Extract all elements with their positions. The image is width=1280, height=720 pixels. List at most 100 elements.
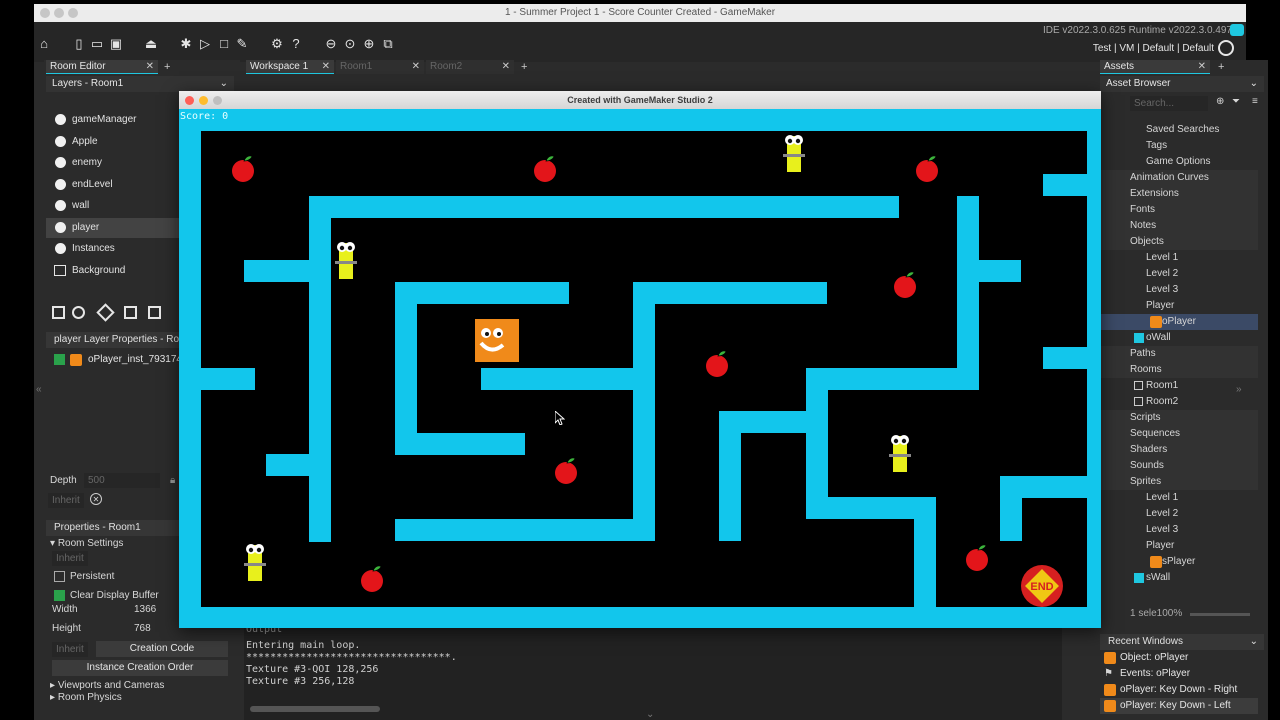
collapse-right-icon[interactable]: »: [1236, 384, 1242, 395]
add-asset-icon[interactable]: ⊕: [1216, 96, 1224, 107]
inherit-room-settings-button[interactable]: Inherit: [52, 551, 88, 566]
save-icon[interactable]: ▣: [109, 37, 123, 51]
tab-workspace-1[interactable]: Workspace 1 ✕: [246, 60, 334, 74]
asset-item-sounds[interactable]: Sounds: [1100, 458, 1258, 474]
help-icon[interactable]: ?: [289, 37, 303, 51]
asset-item-level-2[interactable]: Level 2: [1100, 506, 1258, 522]
close-traffic-light[interactable]: [185, 96, 194, 105]
height-field[interactable]: 768: [134, 623, 151, 634]
width-field[interactable]: 1366: [134, 604, 156, 615]
chat-icon[interactable]: [1230, 24, 1244, 36]
persistent-checkbox[interactable]: [54, 571, 65, 582]
open-folder-icon[interactable]: ▭: [90, 37, 104, 51]
zoom-in-icon[interactable]: ⊕: [362, 37, 376, 51]
asset-item-objects[interactable]: Objects: [1100, 234, 1258, 250]
asset-item-tags[interactable]: Tags: [1100, 138, 1258, 154]
instance-creation-order-button[interactable]: Instance Creation Order: [52, 660, 228, 676]
asset-item-player[interactable]: Player: [1100, 298, 1258, 314]
add-tab-icon[interactable]: +: [1218, 61, 1224, 73]
inherit-creation-button[interactable]: Inherit: [52, 642, 88, 657]
new-tile-layer-icon[interactable]: [96, 303, 115, 322]
debug-icon[interactable]: ✱: [179, 37, 193, 51]
recent-window-item[interactable]: oPlayer: Key Down - Right: [1100, 682, 1258, 698]
asset-item-shaders[interactable]: Shaders: [1100, 442, 1258, 458]
asset-item-sequences[interactable]: Sequences: [1100, 426, 1258, 442]
game-canvas[interactable]: Score: 0 END: [179, 109, 1101, 628]
asset-item-player[interactable]: Player: [1100, 538, 1258, 554]
clear-display-buffer-checkbox[interactable]: [54, 590, 65, 601]
asset-item-saved-searches[interactable]: Saved Searches: [1100, 122, 1258, 138]
asset-item-sprites[interactable]: Sprites: [1100, 474, 1258, 490]
target-config[interactable]: Test | VM | Default | Default: [1093, 43, 1214, 54]
zoom-reset-icon[interactable]: ⊙: [343, 37, 357, 51]
create-package-icon[interactable]: ⏏: [144, 37, 158, 51]
asset-item-level-2[interactable]: Level 2: [1100, 266, 1258, 282]
run-icon[interactable]: ▷: [198, 37, 212, 51]
recent-window-item[interactable]: ⚑ Events: oPlayer: [1100, 666, 1258, 682]
viewports-toggle[interactable]: ▸ Viewports and Cameras: [50, 680, 164, 691]
asset-browser-dropdown[interactable]: Asset Browser ⌄: [1100, 76, 1264, 92]
menu-icon[interactable]: ≡: [1252, 96, 1258, 107]
asset-item-scripts[interactable]: Scripts: [1100, 410, 1258, 426]
tab-room2[interactable]: Room2 ✕: [426, 60, 514, 74]
room-settings-toggle[interactable]: ▾ Room Settings: [50, 538, 123, 549]
asset-item-game-options[interactable]: Game Options: [1100, 154, 1258, 170]
recent-window-item[interactable]: Object: oPlayer: [1100, 650, 1258, 666]
recent-windows-header[interactable]: Recent Windows ⌄: [1100, 634, 1264, 650]
zoom-traffic-light[interactable]: [68, 8, 78, 18]
instance-visible-checkbox[interactable]: [54, 354, 65, 365]
asset-item-swall[interactable]: sWall: [1100, 570, 1258, 586]
asset-item-level-3[interactable]: Level 3: [1100, 282, 1258, 298]
asset-item-level-1[interactable]: Level 1: [1100, 490, 1258, 506]
asset-item-notes[interactable]: Notes: [1100, 218, 1258, 234]
creation-code-button[interactable]: Creation Code: [96, 641, 228, 657]
asset-item-owall[interactable]: oWall: [1100, 330, 1258, 346]
new-instance-layer-icon[interactable]: [72, 306, 85, 319]
assets-tab[interactable]: Assets ✕: [1100, 60, 1210, 74]
tab-room1[interactable]: Room1 ✕: [336, 60, 424, 74]
asset-item-splayer[interactable]: sPlayer: [1100, 554, 1258, 570]
add-tab-icon[interactable]: +: [521, 61, 527, 73]
asset-item-oplayer[interactable]: oPlayer: [1100, 314, 1258, 330]
asset-item-fonts[interactable]: Fonts: [1100, 202, 1258, 218]
new-file-icon[interactable]: ▯: [72, 37, 86, 51]
close-traffic-light[interactable]: [40, 8, 50, 18]
room-editor-tab[interactable]: Room Editor ✕: [46, 60, 158, 74]
minimize-traffic-light[interactable]: [199, 96, 208, 105]
zoom-out-icon[interactable]: ⊖: [324, 37, 338, 51]
asset-item-rooms[interactable]: Rooms: [1100, 362, 1258, 378]
asset-item-extensions[interactable]: Extensions: [1100, 186, 1258, 202]
depth-field[interactable]: 500: [84, 473, 160, 488]
asset-item-room2[interactable]: Room2: [1100, 394, 1258, 410]
horizontal-scrollbar[interactable]: [250, 706, 380, 712]
new-background-layer-icon[interactable]: [52, 306, 65, 319]
preferences-gear-icon[interactable]: ⚙: [270, 37, 284, 51]
inherit-depth-button[interactable]: Inherit: [48, 493, 84, 508]
new-asset-layer-icon[interactable]: [148, 306, 161, 319]
asset-item-paths[interactable]: Paths: [1100, 346, 1258, 362]
zoom-traffic-light[interactable]: [213, 96, 222, 105]
asset-item-animation-curves[interactable]: Animation Curves: [1100, 170, 1258, 186]
close-tab-icon[interactable]: ✕: [146, 60, 154, 74]
collapse-bottom-icon[interactable]: ⌄: [646, 709, 654, 720]
room-physics-toggle[interactable]: ▸ Room Physics: [50, 692, 122, 703]
add-tab-icon[interactable]: +: [164, 61, 170, 73]
asset-item-room1[interactable]: Room1: [1100, 378, 1258, 394]
home-icon[interactable]: ⌂: [37, 37, 51, 51]
fit-view-icon[interactable]: ⧉: [381, 37, 395, 51]
recent-window-item[interactable]: oPlayer: Key Down - Left: [1100, 698, 1258, 714]
minimize-traffic-light[interactable]: [54, 8, 64, 18]
asset-item-level-3[interactable]: Level 3: [1100, 522, 1258, 538]
asset-item-level-1[interactable]: Level 1: [1100, 250, 1258, 266]
filter-icon[interactable]: ⏷: [1232, 96, 1240, 107]
layers-dropdown[interactable]: Layers - Room1 ⌄: [46, 76, 234, 92]
zoom-slider[interactable]: [1190, 613, 1250, 616]
clear-icon[interactable]: ✕: [90, 493, 102, 505]
collapse-left-icon[interactable]: «: [36, 384, 42, 395]
stop-icon[interactable]: □: [217, 37, 231, 51]
clean-icon[interactable]: ✎: [235, 37, 249, 51]
new-path-layer-icon[interactable]: [124, 306, 137, 319]
asset-search-input[interactable]: Search...: [1130, 96, 1208, 111]
lock-icon[interactable]: 🔒︎: [170, 475, 175, 486]
target-icon[interactable]: [1218, 40, 1234, 56]
